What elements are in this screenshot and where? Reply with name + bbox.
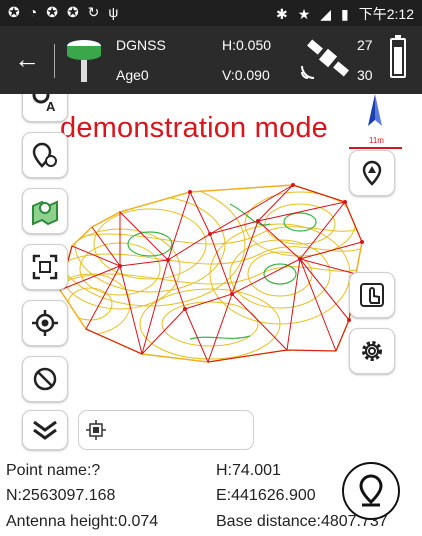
stake-pin-button[interactable]: [349, 150, 395, 196]
touch-tool-icon: [360, 283, 384, 307]
target-button[interactable]: [22, 300, 68, 346]
network-icon: ◢: [320, 5, 332, 22]
satellite-icon[interactable]: [298, 36, 354, 84]
svg-text:A: A: [46, 99, 56, 113]
usb-icon: ψ: [108, 4, 119, 20]
map-pin-icon: [32, 200, 58, 226]
target-icon: [32, 310, 58, 336]
demonstration-mode-label: demonstration mode: [60, 112, 328, 144]
gnss-receiver-icon[interactable]: [62, 36, 106, 84]
status-bar: ✪ ◔ ✪ ✪ ↻ ψ ✱ ★ ◢ ▮ 下午2:12: [0, 0, 422, 26]
age-value: Age0: [116, 67, 149, 83]
collect-point-button[interactable]: [342, 462, 400, 520]
location-pin-icon: [359, 474, 383, 507]
chip-icon: [86, 420, 106, 440]
gnss-mode: DGNSS: [116, 37, 166, 53]
layer-label-icon: A: [32, 94, 56, 113]
notification-icon: ✪: [46, 4, 58, 20]
height-value: H:74.001: [216, 462, 281, 479]
bluetooth-icon: ✱: [275, 5, 288, 22]
toolbar-divider: [54, 44, 55, 78]
stake-pin-icon: [362, 160, 382, 186]
map-pin-button[interactable]: [22, 188, 68, 234]
satellites-used: 30: [357, 67, 373, 83]
scale-label: 11m: [369, 136, 384, 145]
clock: 下午2:12: [358, 6, 414, 22]
status-left-icons: ✪ ◔ ✪ ✪ ↻ ψ: [8, 4, 118, 21]
wifi-icon: ◔: [28, 4, 38, 20]
point-name: Point name:?: [6, 462, 101, 479]
h-precision: H:0.050: [222, 37, 272, 53]
sync-icon: ↻: [87, 4, 100, 20]
fit-extent-icon: [32, 254, 58, 280]
satellites-tracked: 27: [357, 37, 373, 53]
point-time-icon: [32, 142, 57, 168]
settings-button[interactable]: [349, 328, 395, 374]
expand-down-button[interactable]: [22, 410, 68, 450]
star-icon: ★: [297, 5, 311, 22]
hide-button[interactable]: [22, 356, 68, 402]
v-precision: V:0.090: [222, 67, 270, 83]
signal-icon: ✪: [8, 4, 20, 20]
antenna-height: Antenna height:0.074: [6, 513, 159, 530]
map-view[interactable]: demonstration mode 11m A: [0, 94, 422, 454]
gnss-toolbar: ← DGNSS Age0 H:0.050 V:0.090 27 30: [0, 26, 422, 94]
northing-value: N:2563097.168: [6, 487, 116, 504]
north-arrow-icon: [368, 94, 382, 126]
easting-value: E:441626.900: [216, 487, 316, 504]
notification-icon: ✪: [66, 4, 79, 20]
point-search-box[interactable]: [78, 410, 254, 450]
back-arrow-icon[interactable]: ←: [14, 44, 40, 75]
point-time-button[interactable]: [22, 132, 68, 178]
fit-extent-button[interactable]: [22, 244, 68, 290]
layer-label-button[interactable]: A: [22, 94, 68, 122]
hide-icon: [33, 367, 57, 391]
touch-tool-button[interactable]: [349, 272, 395, 318]
status-right-icons: ✱ ★ ◢ ▮ 下午2:12: [276, 4, 414, 24]
expand-down-icon: [33, 420, 57, 440]
battery-icon: ▮: [341, 5, 349, 22]
receiver-battery-icon: [390, 35, 406, 78]
settings-icon: [362, 341, 382, 361]
